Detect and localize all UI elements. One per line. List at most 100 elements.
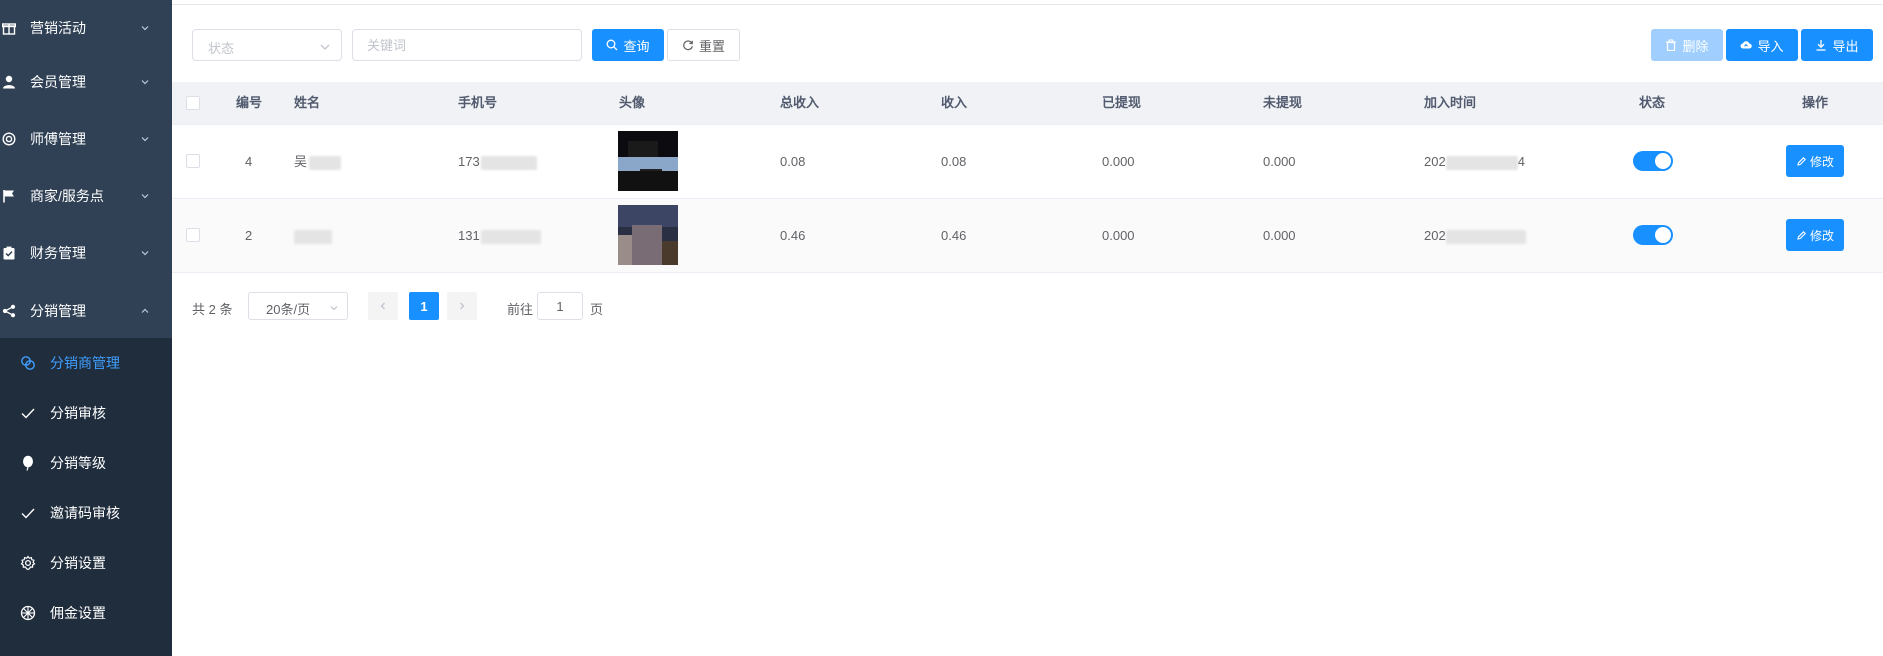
page-size-value: 20条/页 <box>266 302 311 317</box>
status-toggle[interactable] <box>1633 225 1673 245</box>
wheel-icon <box>20 605 36 621</box>
gear-icon <box>20 555 36 571</box>
cell-name <box>294 199 332 272</box>
chevron-down-icon <box>141 137 149 142</box>
cell-id: 4 <box>245 154 253 169</box>
goto-page-input[interactable] <box>537 292 583 320</box>
menu-label: 商家/服务点 <box>30 188 104 204</box>
export-button[interactable]: 导出 <box>1801 29 1873 61</box>
chevron-down-icon <box>141 251 149 256</box>
submenu-item-review[interactable]: 分销审核 <box>0 388 172 438</box>
cell-join-time-prefix: 202 <box>1424 228 1446 243</box>
edit-button-label: 修改 <box>1809 154 1834 169</box>
menu-item-distribution[interactable]: 分销管理 <box>0 284 172 338</box>
edit-icon <box>1797 156 1806 166</box>
balloon-icon <box>20 455 36 471</box>
cell-not-withdrawn: 0.000 <box>1263 228 1296 243</box>
redacted-text <box>480 155 537 170</box>
menu-item-marketing[interactable]: 营销活动 <box>0 1 172 55</box>
page-size-select[interactable]: 20条/页 <box>248 292 348 320</box>
menu-item-finance[interactable]: 财务管理 <box>0 226 172 280</box>
submenu-item-commission[interactable]: 佣金设置 <box>0 588 172 638</box>
edit-button[interactable]: 修改 <box>1786 219 1844 251</box>
page-number[interactable]: 1 <box>409 292 439 320</box>
submenu-distribution: 分销商管理 分销审核 分销等级 邀请码审核 分销设置 佣金设置 <box>0 338 172 656</box>
redacted-text <box>1445 229 1526 244</box>
cell-total-income: 0.46 <box>780 228 806 243</box>
goto-prefix: 前往 <box>507 302 534 317</box>
menu-label: 营销活动 <box>30 20 86 36</box>
row-checkbox[interactable] <box>186 154 200 168</box>
pagination-total: 共 2 条 <box>192 302 233 317</box>
chevron-down-icon <box>141 80 149 85</box>
row-checkbox[interactable] <box>186 228 200 242</box>
submenu-item-invite-review[interactable]: 邀请码审核 <box>0 488 172 538</box>
column-header-income: 收入 <box>941 95 968 110</box>
edit-icon <box>1797 230 1806 240</box>
menu-item-merchants[interactable]: 商家/服务点 <box>0 169 172 223</box>
link-icon <box>20 355 36 371</box>
submenu-label: 邀请码审核 <box>50 505 120 521</box>
clipboard-check-icon <box>0 244 18 262</box>
cell-join-time-prefix: 202 <box>1424 154 1446 169</box>
table-row: 2 131 0.46 0.46 0.000 0.000 202 修改 <box>172 199 1883 273</box>
redacted-text <box>480 229 541 244</box>
cell-income: 0.46 <box>941 228 967 243</box>
check-icon <box>20 505 36 521</box>
cell-not-withdrawn: 0.000 <box>1263 154 1296 169</box>
column-header-avatar: 头像 <box>619 95 646 110</box>
import-button[interactable]: 导入 <box>1726 29 1798 61</box>
menu-item-masters[interactable]: 师傅管理 <box>0 112 172 166</box>
column-header-id: 编号 <box>236 95 263 110</box>
search-icon <box>607 39 618 51</box>
divider <box>172 4 1883 5</box>
cell-join-time: 202 4 <box>1424 125 1525 198</box>
chevron-up-icon <box>141 308 149 313</box>
submenu-item-levels[interactable]: 分销等级 <box>0 438 172 488</box>
status-toggle[interactable] <box>1633 151 1673 171</box>
status-select-placeholder: 状态 <box>208 41 235 56</box>
cloud-upload-icon <box>1740 41 1753 49</box>
redacted-text <box>294 229 332 244</box>
reset-button-label: 重置 <box>698 38 725 54</box>
keyword-input[interactable] <box>352 29 582 61</box>
user-icon <box>0 73 18 91</box>
next-page-button[interactable] <box>447 292 477 320</box>
chevron-left-icon <box>380 302 385 310</box>
cell-id: 2 <box>245 228 253 243</box>
menu-item-members[interactable]: 会员管理 <box>0 55 172 109</box>
cell-total-income: 0.08 <box>780 154 806 169</box>
flag-icon <box>0 187 18 205</box>
search-button[interactable]: 查询 <box>592 29 664 61</box>
reset-button[interactable]: 重置 <box>667 29 740 61</box>
import-button-label: 导入 <box>1757 38 1784 54</box>
prev-page-button[interactable] <box>368 292 398 320</box>
chevron-right-icon <box>460 302 465 310</box>
column-header-action: 操作 <box>1802 95 1829 110</box>
chevron-down-icon <box>320 44 330 50</box>
cell-income: 0.08 <box>941 154 967 169</box>
submenu-item-distributors[interactable]: 分销商管理 <box>0 338 172 388</box>
cell-withdrawn: 0.000 <box>1102 228 1135 243</box>
check-icon <box>20 405 36 421</box>
gift-icon <box>0 19 18 37</box>
redacted-text <box>309 155 342 170</box>
edit-button[interactable]: 修改 <box>1786 145 1844 177</box>
avatar <box>618 131 678 191</box>
chevron-down-icon <box>141 194 149 199</box>
cell-phone-text: 131 <box>458 228 480 243</box>
submenu-item-settings[interactable]: 分销设置 <box>0 538 172 588</box>
column-header-status: 状态 <box>1639 95 1666 110</box>
select-all-checkbox[interactable] <box>186 96 200 110</box>
cell-name: 吴 <box>294 125 342 198</box>
chevron-down-icon <box>330 306 338 311</box>
submenu-label: 佣金设置 <box>50 605 106 621</box>
cell-phone-text: 173 <box>458 154 480 169</box>
search-button-label: 查询 <box>623 38 650 54</box>
status-select[interactable]: 状态 <box>192 29 342 61</box>
delete-button[interactable]: 删除 <box>1651 29 1723 61</box>
sidebar: 营销活动 会员管理 师傅管理 商家/服务点 财务管理 分销管理 分销商管理 分销… <box>0 0 172 656</box>
goto-suffix: 页 <box>590 302 604 317</box>
menu-label: 师傅管理 <box>30 131 86 147</box>
redacted-text <box>1445 155 1518 170</box>
